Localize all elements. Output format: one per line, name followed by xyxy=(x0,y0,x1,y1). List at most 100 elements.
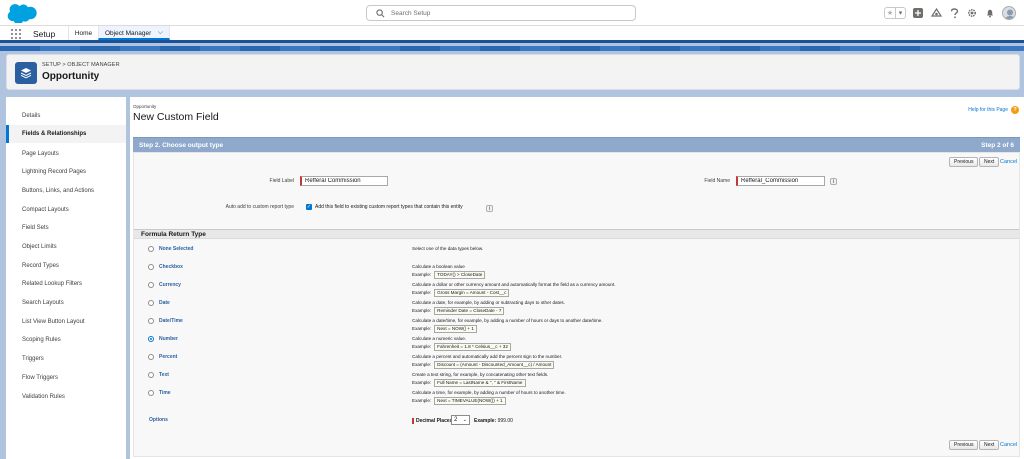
sidebar-item-triggers[interactable]: Triggers xyxy=(6,350,126,368)
layers-icon xyxy=(15,62,37,84)
type-example: Example: Full Name = LastName & ", " & Fi… xyxy=(412,379,526,387)
app-name: Setup xyxy=(33,29,56,39)
previous-button-bottom[interactable]: Previous xyxy=(949,440,979,450)
type-label[interactable]: Date/Time xyxy=(159,318,183,324)
type-row-number: Number Calculate a numeric value. Exampl… xyxy=(134,336,1019,354)
section-title: Formula Return Type xyxy=(141,231,206,238)
app-navigation-bar: Setup Home Object Manager ⌵ xyxy=(0,26,1024,43)
type-label[interactable]: Time xyxy=(159,390,171,396)
sidebar-item-related-lookup-filters[interactable]: Related Lookup Filters xyxy=(6,275,126,293)
sidebar-item-validation-rules[interactable]: Validation Rules xyxy=(6,388,126,406)
cancel-link-top[interactable]: Cancel xyxy=(1000,159,1017,165)
radio-time[interactable] xyxy=(148,390,154,396)
sidebar-item-record-types[interactable]: Record Types xyxy=(6,257,126,275)
sidebar-item-list-view-button-layout[interactable]: List View Button Layout xyxy=(6,313,126,331)
search-box[interactable] xyxy=(366,5,636,21)
help-question-icon[interactable]: ? xyxy=(1011,106,1019,114)
radio-date[interactable] xyxy=(148,300,154,306)
object-title: Opportunity xyxy=(42,71,100,82)
type-label[interactable]: Percent xyxy=(159,354,177,360)
bell-icon[interactable] xyxy=(984,7,996,19)
salesforce-logo[interactable] xyxy=(7,3,37,23)
field-label-caption: Field Label xyxy=(269,178,294,184)
chevron-down-icon[interactable]: ▾ xyxy=(895,8,905,18)
tab-object-manager-label: Object Manager xyxy=(105,30,152,37)
type-label[interactable]: Checkbox xyxy=(159,264,183,270)
type-description: Calculate a boolean value xyxy=(412,264,465,269)
type-label[interactable]: Number xyxy=(159,336,178,342)
radio-datetime[interactable] xyxy=(148,318,154,324)
breadcrumb[interactable]: SETUP > OBJECT MANAGER xyxy=(42,62,120,68)
favorites-control[interactable]: ★ ▾ xyxy=(884,7,906,19)
sidebar-item-object-limits[interactable]: Object Limits xyxy=(6,238,126,256)
step-title: Step 2. Choose output type xyxy=(139,142,224,149)
type-label[interactable]: None Selected xyxy=(159,246,193,252)
decimal-places-select[interactable]: 2 ⌄ xyxy=(451,415,470,425)
type-example: Example: TODAY() > CloseDate xyxy=(412,271,486,279)
formula-return-type-header: Formula Return Type xyxy=(134,229,1019,239)
chevron-down-icon: ⌄ xyxy=(462,417,467,423)
header-utility-icons: ★ ▾ xyxy=(884,6,1016,20)
search-input[interactable] xyxy=(391,8,621,19)
sidebar-item-compact-layouts[interactable]: Compact Layouts xyxy=(6,201,126,219)
avatar[interactable] xyxy=(1002,6,1016,20)
trailhead-icon[interactable] xyxy=(930,7,942,19)
help-for-this-page[interactable]: Help for this Page ? xyxy=(968,106,1019,114)
radio-percent[interactable] xyxy=(148,354,154,360)
help-link-text[interactable]: Help for this Page xyxy=(968,107,1008,113)
radio-number[interactable] xyxy=(148,336,154,342)
type-example: Example: Fahrenheit = 1.8 * Celsius__c + … xyxy=(412,343,511,351)
type-description: Calculate a numeric value. xyxy=(412,336,467,341)
field-name-input[interactable] xyxy=(736,176,825,186)
sidebar-item-fields-relationships[interactable]: Fields & Relationships xyxy=(6,125,126,143)
type-label[interactable]: Currency xyxy=(159,282,181,288)
next-button-top[interactable]: Next xyxy=(979,157,1000,167)
type-description: Select one of the data types below. xyxy=(412,246,484,251)
type-label[interactable]: Text xyxy=(159,372,169,378)
tab-object-manager[interactable]: Object Manager ⌵ xyxy=(98,26,170,40)
type-description: Calculate a time, for example, by adding… xyxy=(412,390,566,395)
step-counter: Step 2 of 6 xyxy=(981,142,1014,149)
next-button-bottom[interactable]: Next xyxy=(979,440,1000,450)
object-manager-sidebar: Details Fields & Relationships Page Layo… xyxy=(6,97,126,459)
sidebar-item-details[interactable]: Details xyxy=(6,107,126,125)
cancel-link-bottom[interactable]: Cancel xyxy=(1000,442,1017,448)
field-name-info-icon[interactable]: i xyxy=(830,178,837,185)
sidebar-item-scoping-rules[interactable]: Scoping Rules xyxy=(6,331,126,349)
type-row-time: Time Calculate a time, for example, by a… xyxy=(134,390,1019,408)
type-description: Calculate a percent and automatically ad… xyxy=(412,354,563,359)
sidebar-item-lightning-record-pages[interactable]: Lightning Record Pages xyxy=(6,163,126,181)
sidebar-item-field-sets[interactable]: Field Sets xyxy=(6,219,126,237)
type-description: Calculate a date/time, for example, by a… xyxy=(412,318,603,323)
sidebar-item-flow-triggers[interactable]: Flow Triggers xyxy=(6,369,126,387)
type-label[interactable]: Date xyxy=(159,300,170,306)
auto-add-checkbox[interactable]: ✓ xyxy=(306,204,312,210)
global-actions-icon[interactable] xyxy=(912,7,924,19)
help-icon[interactable] xyxy=(948,7,960,19)
sidebar-item-search-layouts[interactable]: Search Layouts xyxy=(6,294,126,312)
type-example: Example: Discount = (Amount - Discounted_… xyxy=(412,361,555,369)
radio-text[interactable] xyxy=(148,372,154,378)
previous-button-top[interactable]: Previous xyxy=(949,157,979,167)
page-title: New Custom Field xyxy=(133,111,219,123)
field-label-input[interactable] xyxy=(300,176,388,186)
search-icon xyxy=(376,9,385,18)
decimal-places-label: Decimal Places xyxy=(412,418,452,424)
page-breadcrumb: Opportunity xyxy=(133,104,157,109)
gear-icon[interactable] xyxy=(966,7,978,19)
star-icon[interactable]: ★ xyxy=(885,8,895,18)
chevron-down-icon[interactable]: ⌵ xyxy=(158,29,163,37)
radio-none-selected[interactable] xyxy=(148,246,154,252)
sidebar-item-page-layouts[interactable]: Page Layouts xyxy=(6,145,126,163)
auto-add-info-icon[interactable]: i xyxy=(486,205,493,212)
radio-currency[interactable] xyxy=(148,282,154,288)
options-label: Options xyxy=(149,417,168,423)
formula-form: Previous Next Cancel Field Label Field N… xyxy=(133,152,1020,457)
object-page-header: SETUP > OBJECT MANAGER Opportunity xyxy=(6,54,1020,90)
app-launcher-icon[interactable] xyxy=(11,29,21,39)
step-header: Step 2. Choose output type Step 2 of 6 xyxy=(133,137,1020,152)
sidebar-item-buttons-links-actions[interactable]: Buttons, Links, and Actions xyxy=(6,182,126,200)
tab-home[interactable]: Home xyxy=(68,26,98,40)
auto-add-text: Add this field to existing custom report… xyxy=(315,204,463,210)
radio-checkbox[interactable] xyxy=(148,264,154,270)
